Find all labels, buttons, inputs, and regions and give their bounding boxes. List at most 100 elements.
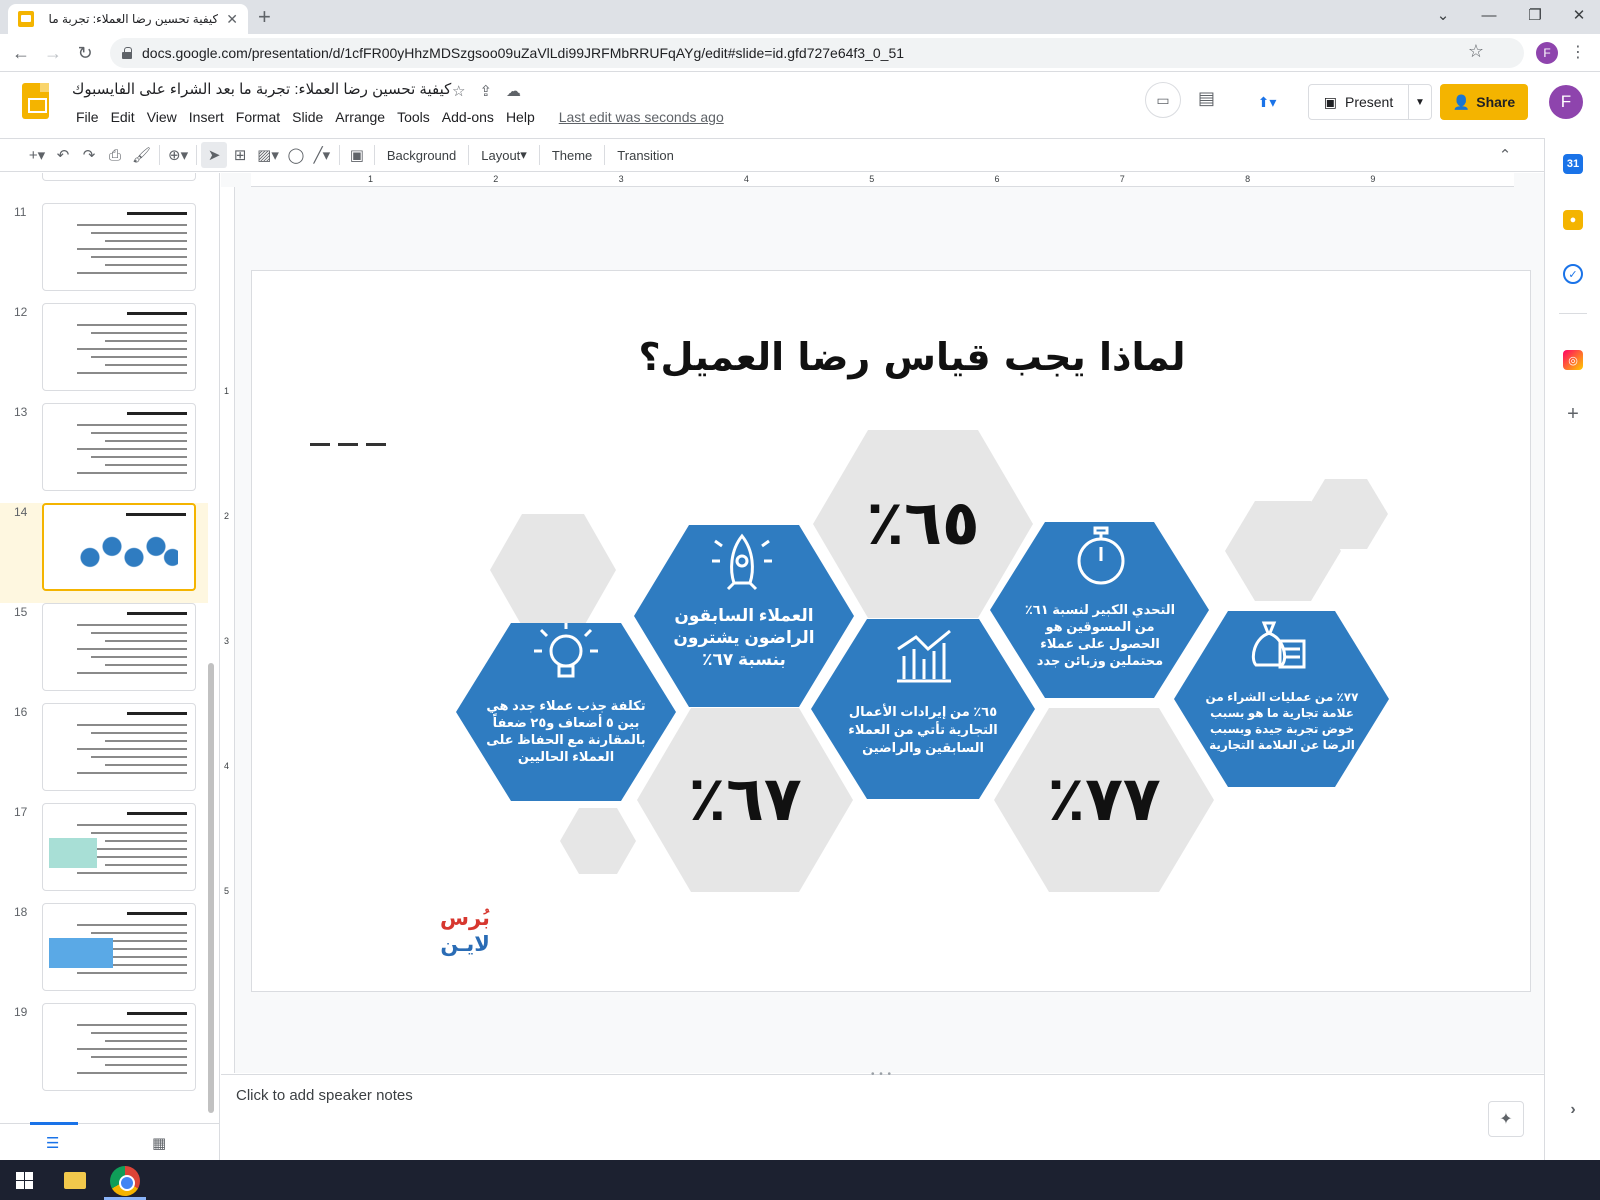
menu-help[interactable]: Help bbox=[500, 109, 541, 125]
star-icon[interactable]: ☆ bbox=[452, 82, 465, 100]
undo-icon[interactable]: ↶ bbox=[50, 142, 76, 168]
bookmark-star-icon[interactable]: ☆ bbox=[1468, 41, 1484, 62]
filmstrip-slide-17[interactable]: 17 bbox=[0, 803, 208, 903]
collapse-toolbar-chevron-icon[interactable]: ⌃ bbox=[1492, 142, 1518, 168]
menu-view[interactable]: View bbox=[141, 109, 183, 125]
filmstrip-slide-18[interactable]: 18 bbox=[0, 903, 208, 1003]
menu-edit[interactable]: Edit bbox=[105, 109, 141, 125]
menu-tools[interactable]: Tools bbox=[391, 109, 436, 125]
line-icon[interactable]: ╱▾ bbox=[309, 142, 335, 168]
slide-thumbnail[interactable] bbox=[42, 903, 196, 991]
browser-profile-avatar[interactable]: F bbox=[1536, 42, 1558, 64]
document-title[interactable]: كيفية تحسين رضا العملاء: تجربة ما بعد ال… bbox=[72, 80, 451, 98]
filmstrip-view-icon[interactable]: ☰ bbox=[46, 1134, 59, 1152]
layout-button[interactable]: Layout ▾ bbox=[473, 142, 535, 168]
filmstrip-slide-16[interactable]: 16 bbox=[0, 703, 208, 803]
cloud-status-icon[interactable]: ☁ bbox=[506, 82, 521, 100]
minimize-icon[interactable]: — bbox=[1466, 0, 1512, 30]
filmstrip-slide-15[interactable]: 15 bbox=[0, 603, 208, 703]
account-avatar[interactable]: F bbox=[1549, 85, 1583, 119]
stat-65-label[interactable]: ٦٥٪ bbox=[813, 486, 1033, 559]
filmstrip-slide-19[interactable]: 19 bbox=[0, 1003, 208, 1103]
select-cursor-icon[interactable]: ➤ bbox=[201, 142, 228, 168]
filmstrip-slide-12[interactable]: 12 bbox=[0, 303, 208, 403]
horizontal-ruler[interactable]: 1 2 3 4 5 6 7 8 9 bbox=[251, 173, 1514, 187]
calendar-icon[interactable]: 31 bbox=[1563, 154, 1583, 174]
slide-thumbnail[interactable] bbox=[42, 603, 196, 691]
filmstrip-scrollbar[interactable] bbox=[208, 663, 214, 1113]
get-addons-plus-icon[interactable]: + bbox=[1563, 403, 1583, 425]
speaker-notes-placeholder[interactable]: Click to add speaker notes bbox=[236, 1087, 413, 1104]
transition-button[interactable]: Transition bbox=[609, 142, 682, 168]
menu-format[interactable]: Format bbox=[230, 109, 286, 125]
slide-thumbnail[interactable] bbox=[42, 303, 196, 391]
notes-resize-handle[interactable]: • • • bbox=[871, 1069, 892, 1080]
previous-customers-text[interactable]: العملاء السابقون الراضون يشترون بنسبة ٦٧… bbox=[662, 605, 826, 671]
reload-icon[interactable]: ↻ bbox=[72, 40, 98, 66]
file-explorer-icon[interactable] bbox=[64, 1172, 86, 1189]
stat-77-label[interactable]: ٧٧٪ bbox=[994, 762, 1214, 835]
slide-canvas[interactable]: لماذا يجب قياس رضا العميل؟ ٦٥٪ ٦٧٪ ٧٧٪ ا… bbox=[252, 271, 1530, 991]
restore-icon[interactable]: ❐ bbox=[1512, 0, 1558, 30]
addon-icon[interactable]: ◎ bbox=[1563, 350, 1583, 370]
slide-thumbnail[interactable] bbox=[42, 503, 196, 591]
forward-arrow-icon[interactable]: → bbox=[40, 40, 66, 66]
menu-addons[interactable]: Add-ons bbox=[436, 109, 500, 125]
google-slides-logo-icon[interactable] bbox=[22, 83, 49, 119]
add-comment-icon[interactable]: ▣ bbox=[344, 142, 370, 168]
menu-file[interactable]: File bbox=[70, 109, 105, 125]
background-button[interactable]: Background bbox=[379, 142, 464, 168]
share-button[interactable]: 👤 Share bbox=[1440, 84, 1528, 120]
revenue-text[interactable]: ٦٥٪ من إيرادات الأعمال التجارية تأتي من … bbox=[848, 703, 998, 757]
menu-insert[interactable]: Insert bbox=[183, 109, 230, 125]
filmstrip-slide-11[interactable]: 11 bbox=[0, 203, 208, 303]
close-tab-icon[interactable]: ✕ bbox=[226, 11, 238, 28]
print-icon[interactable]: ⎙ bbox=[102, 142, 128, 168]
tasks-icon[interactable]: ✓ bbox=[1563, 264, 1583, 284]
url-omnibox[interactable]: docs.google.com/presentation/d/1cfFR00yH… bbox=[110, 38, 1524, 68]
explore-icon[interactable]: ✦ bbox=[1488, 1101, 1524, 1137]
comments-icon[interactable]: ▤ bbox=[1198, 88, 1215, 109]
filmstrip-slide-13[interactable]: 13 bbox=[0, 403, 208, 503]
slide-thumbnail[interactable] bbox=[42, 203, 196, 291]
challenge-text[interactable]: التحدي الكبير لنسبة ٦١٪ من المسوقين هو ا… bbox=[1020, 601, 1180, 669]
last-edit-link[interactable]: Last edit was seconds ago bbox=[553, 109, 730, 125]
theme-button[interactable]: Theme bbox=[544, 142, 600, 168]
stat-67-label[interactable]: ٦٧٪ bbox=[637, 762, 853, 835]
slide-thumbnail[interactable] bbox=[42, 403, 196, 491]
move-to-folder-icon[interactable]: ⇪ bbox=[479, 82, 492, 100]
menu-slide[interactable]: Slide bbox=[286, 109, 329, 125]
purchases-text[interactable]: ٧٧٪ من عمليات الشراء من علامة تجارية ما … bbox=[1200, 689, 1364, 753]
slide-thumbnail[interactable] bbox=[42, 803, 196, 891]
keep-icon[interactable]: ● bbox=[1563, 210, 1583, 230]
redo-icon[interactable]: ↷ bbox=[76, 142, 102, 168]
menu-arrange[interactable]: Arrange bbox=[329, 109, 391, 125]
slide-thumbnail[interactable] bbox=[42, 703, 196, 791]
meeting-icon[interactable]: ▭ bbox=[1145, 82, 1181, 118]
close-window-icon[interactable]: ✕ bbox=[1556, 0, 1600, 30]
slide-thumbnail[interactable] bbox=[42, 1003, 196, 1091]
filmstrip-slide-14[interactable]: 14 bbox=[0, 503, 208, 603]
back-arrow-icon[interactable]: ← bbox=[8, 40, 34, 66]
tab-search-chevron-icon[interactable]: ⌄ bbox=[1420, 0, 1466, 30]
speaker-notes-area[interactable]: • • • Click to add speaker notes ✦ bbox=[221, 1069, 1544, 1160]
new-tab-plus-icon[interactable]: + bbox=[258, 4, 271, 30]
new-slide-plus-icon[interactable]: +▾ bbox=[24, 142, 50, 168]
shape-icon[interactable]: ◯ bbox=[283, 142, 309, 168]
hide-side-panel-chevron-icon[interactable]: › bbox=[1563, 1100, 1583, 1120]
image-icon[interactable]: ▨▾ bbox=[253, 142, 283, 168]
grid-view-icon[interactable]: ▦ bbox=[152, 1134, 166, 1152]
attraction-cost-text[interactable]: تكلفة جذب عملاء جدد هي بين ٥ أضعاف و٢٥ ض… bbox=[484, 697, 648, 765]
share-meeting-icon[interactable]: ⬆▾ bbox=[1242, 84, 1292, 120]
present-dropdown-icon[interactable]: ▼ bbox=[1409, 97, 1431, 108]
browser-tab[interactable]: كيفية تحسين رضا العملاء: تجربة ما ✕ bbox=[8, 4, 248, 34]
slide-thumbnail-partial[interactable] bbox=[42, 173, 196, 181]
windows-start-icon[interactable] bbox=[16, 1172, 33, 1189]
present-button[interactable]: ▣ Present ▼ bbox=[1308, 84, 1432, 120]
zoom-icon[interactable]: ⊕▾ bbox=[164, 142, 192, 168]
browser-menu-icon[interactable]: ⋮ bbox=[1570, 42, 1586, 62]
text-box-icon[interactable]: ⊞ bbox=[227, 142, 253, 168]
vertical-ruler[interactable]: 1 2 3 4 5 bbox=[221, 187, 235, 1073]
chrome-icon[interactable] bbox=[110, 1166, 140, 1196]
paint-format-icon[interactable]: 🖌 bbox=[128, 142, 155, 168]
